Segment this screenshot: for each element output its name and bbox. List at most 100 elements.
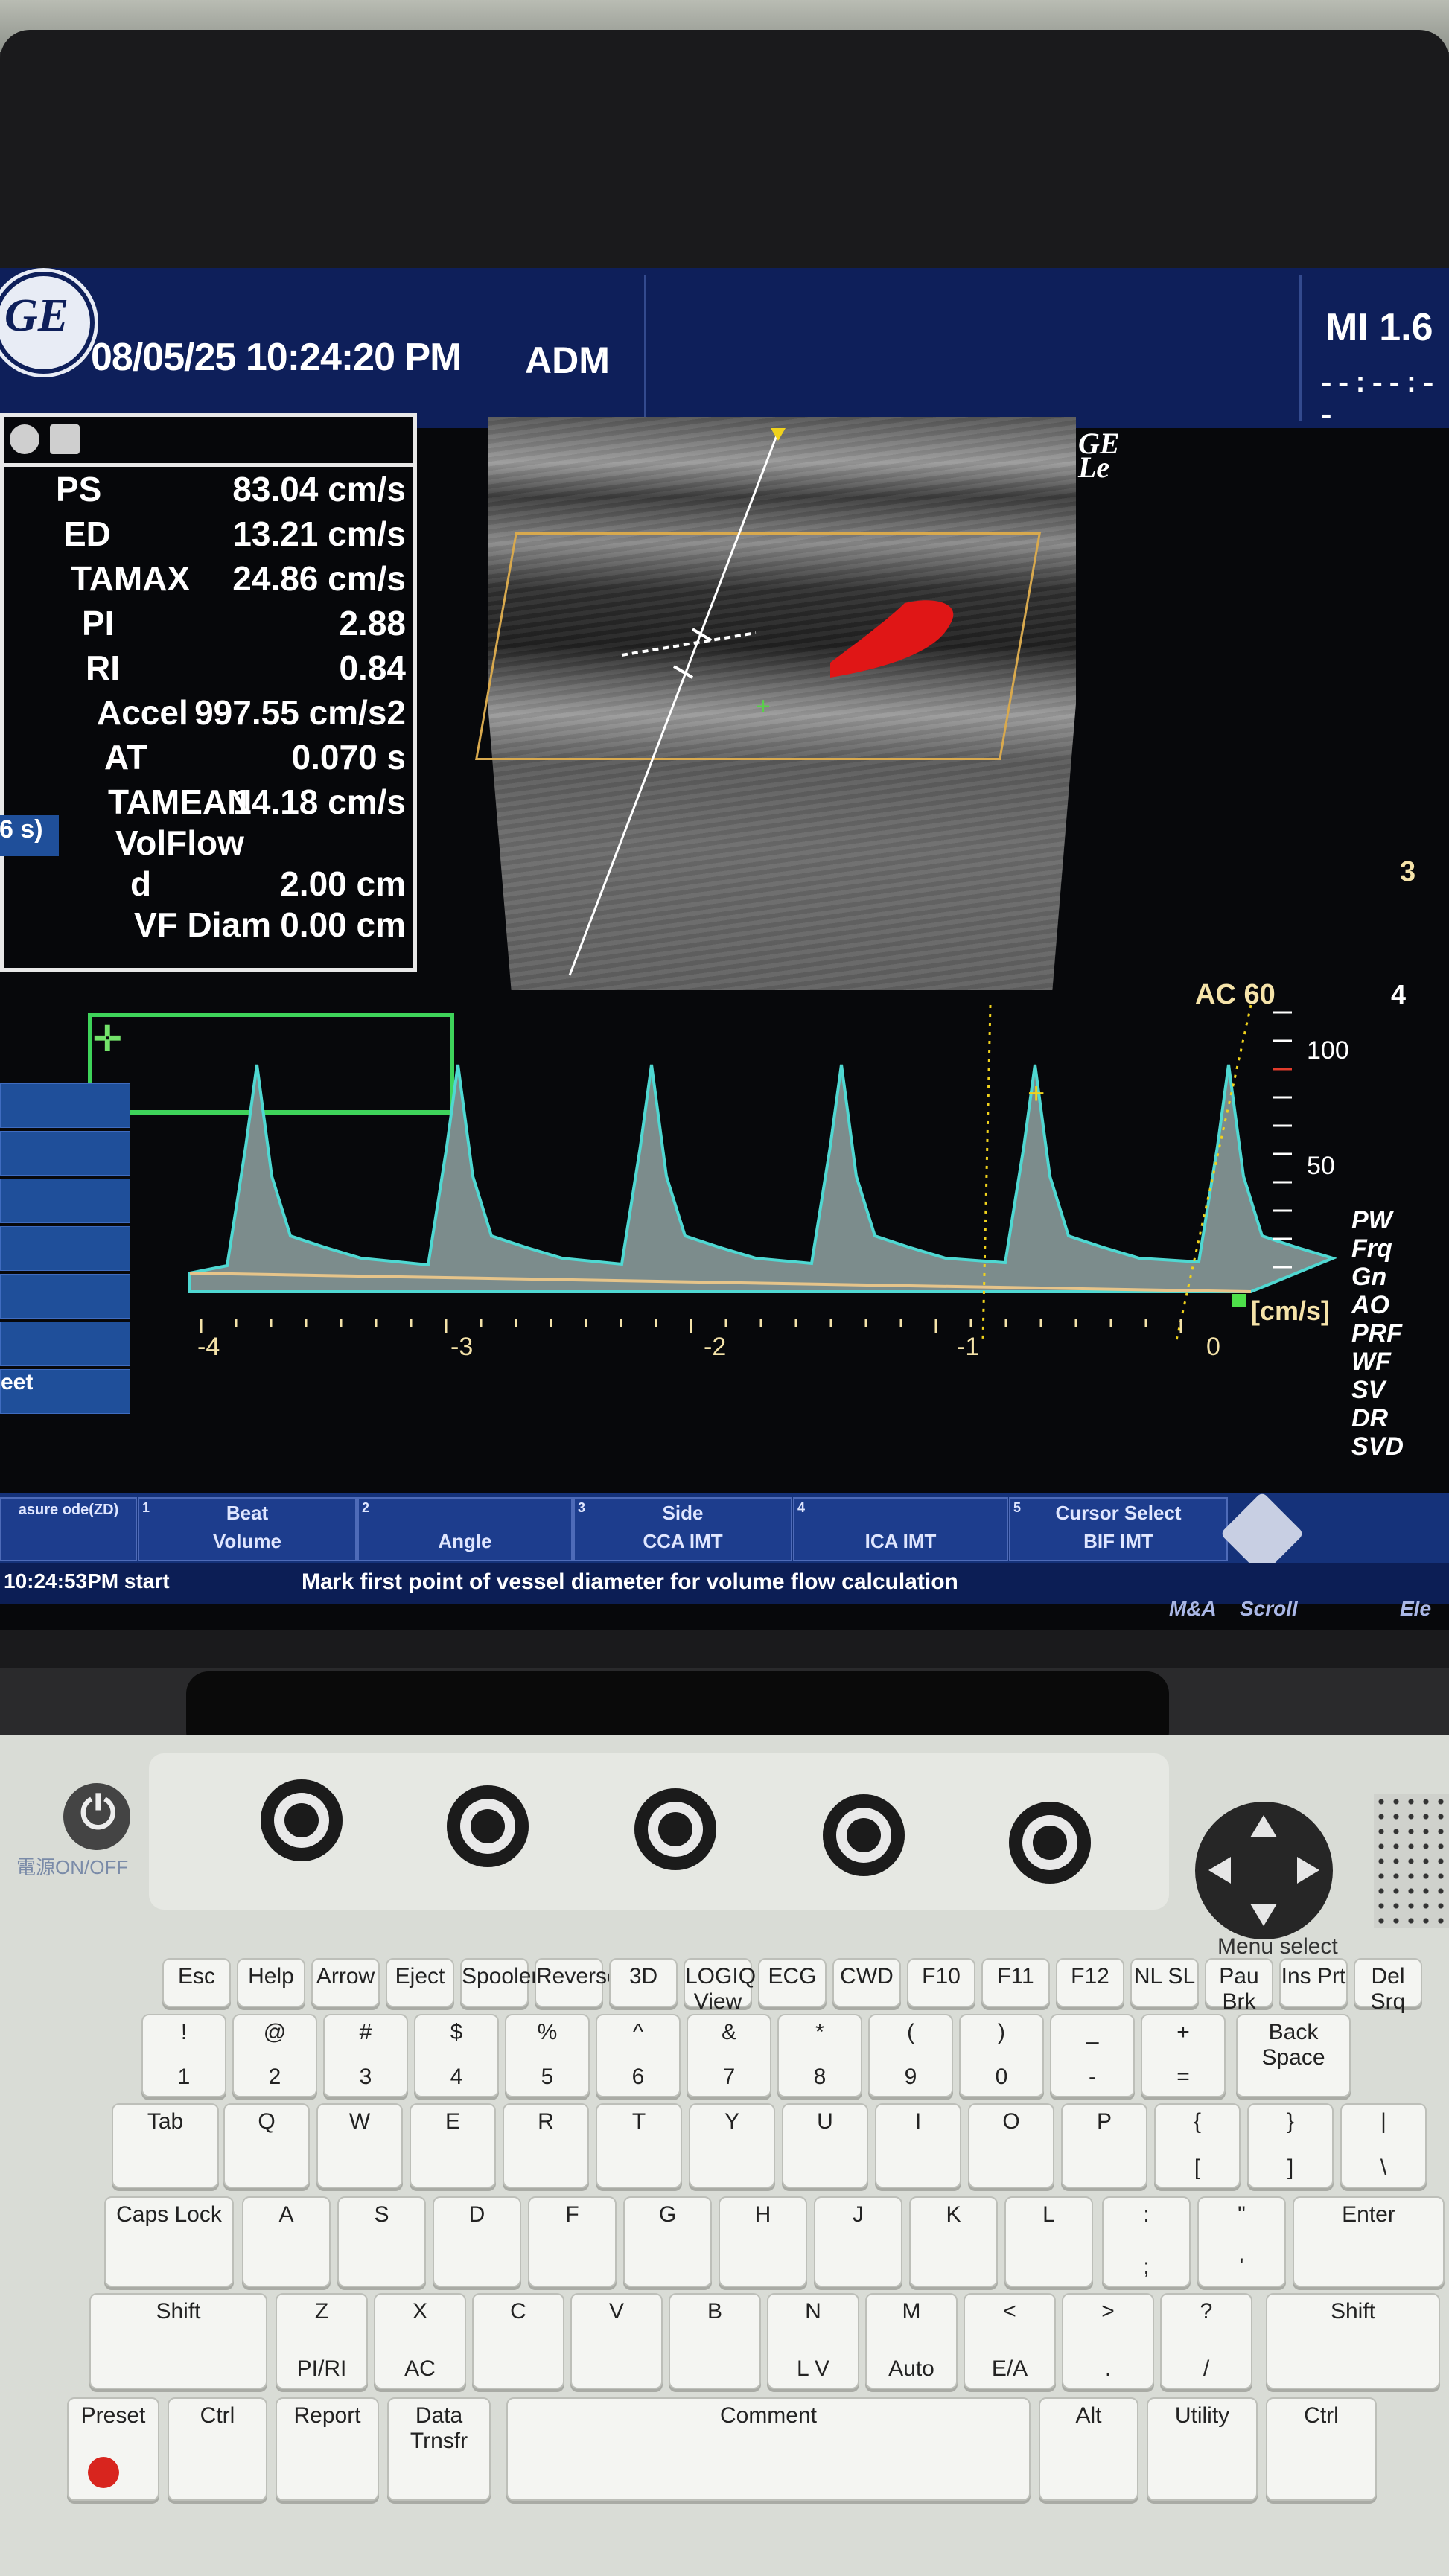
letter-key[interactable]: V (570, 2293, 663, 2389)
function-key[interactable]: Help (237, 1958, 305, 2007)
number-key[interactable]: ^ 6 (596, 2014, 681, 2097)
function-key[interactable]: Reverse (535, 1958, 620, 2007)
letter-key[interactable]: L (1004, 2196, 1093, 2287)
caps-lock-key[interactable]: Caps Lock (104, 2196, 234, 2287)
bracket-key[interactable]: {[ (1154, 2103, 1241, 2188)
number-key[interactable]: & 7 (687, 2014, 771, 2097)
letter-key[interactable]: ? / (1160, 2293, 1252, 2389)
bottom-row-key[interactable]: Alt (1039, 2397, 1138, 2501)
function-key[interactable]: F10 (907, 1958, 975, 2007)
function-key[interactable]: ECG (758, 1958, 827, 2007)
baseline-marker[interactable] (1232, 1294, 1246, 1307)
letter-key[interactable]: T (596, 2103, 682, 2188)
menu-select-dpad[interactable] (1195, 1802, 1333, 1939)
number-key[interactable]: @2 (232, 2014, 317, 2097)
function-key[interactable]: Del Srq (1354, 1958, 1422, 2014)
function-key[interactable]: Ins Prt (1279, 1958, 1348, 2007)
doppler-cursor-line[interactable] (568, 431, 780, 976)
function-key[interactable]: Pau Brk (1205, 1958, 1273, 2014)
number-key[interactable]: ! 1 (141, 2014, 226, 2097)
function-key[interactable]: Eject (386, 1958, 454, 2007)
rotary-knob[interactable] (1009, 1802, 1091, 1884)
number-key[interactable]: (9 (868, 2014, 953, 2097)
bottom-row-key[interactable]: Report (276, 2397, 379, 2501)
soft-menu-button[interactable]: 4 ICA IMT (793, 1497, 1008, 1561)
letter-key[interactable]: E (410, 2103, 496, 2188)
bottom-row-key[interactable]: Ctrl (168, 2397, 267, 2501)
number-key[interactable]: % 5 (505, 2014, 590, 2097)
rotary-knob[interactable] (634, 1788, 716, 1870)
letter-key[interactable]: W (316, 2103, 403, 2188)
number-key[interactable]: _ - (1050, 2014, 1135, 2097)
letter-key[interactable]: P (1061, 2103, 1147, 2188)
soft-menu-button[interactable]: 3 Side CCA IMT (573, 1497, 792, 1561)
number-key[interactable]: $4 (414, 2014, 499, 2097)
report-icon[interactable] (50, 424, 80, 454)
letter-key[interactable]: A (242, 2196, 331, 2287)
circle-icon[interactable] (10, 424, 39, 454)
shift-key[interactable]: Shift (89, 2293, 267, 2389)
bottom-row-key[interactable]: Comment (506, 2397, 1031, 2501)
function-key[interactable]: Spooler (460, 1958, 538, 2007)
angle-correct-line[interactable] (621, 631, 757, 657)
bottom-row-key[interactable]: Data Trnsfr (387, 2397, 491, 2501)
backspace-key[interactable]: Back Space (1236, 2014, 1351, 2097)
bottom-row-key[interactable]: Preset (67, 2397, 159, 2501)
letter-key[interactable]: Q (223, 2103, 310, 2188)
bracket-key[interactable]: }] (1247, 2103, 1334, 2188)
letter-key[interactable]: B (669, 2293, 761, 2389)
function-key[interactable]: Esc (162, 1958, 231, 2007)
key-label: Reverse (536, 1964, 620, 1989)
letter-key[interactable]: Z PI/RI (276, 2293, 368, 2389)
function-key[interactable]: CWD (832, 1958, 901, 2007)
letter-key[interactable]: M Auto (865, 2293, 958, 2389)
letter-key[interactable]: < E/A (964, 2293, 1056, 2389)
letter-key[interactable]: F (528, 2196, 617, 2287)
caliper-marker[interactable]: + (756, 692, 771, 721)
rotary-knob[interactable] (261, 1779, 343, 1861)
letter-key[interactable]: R (503, 2103, 589, 2188)
function-key[interactable]: Arrow (311, 1958, 380, 2007)
letter-key[interactable]: S (337, 2196, 426, 2287)
enter-key[interactable]: Enter (1293, 2196, 1445, 2287)
bottom-row-key[interactable]: Utility (1147, 2397, 1258, 2501)
number-key[interactable]: #3 (323, 2014, 408, 2097)
soft-menu-measure-mode[interactable]: asure ode(ZD) (0, 1497, 137, 1561)
letter-key[interactable]: J (814, 2196, 902, 2287)
letter-key[interactable]: G (623, 2196, 712, 2287)
letter-key[interactable]: K (909, 2196, 998, 2287)
letter-key[interactable]: D (433, 2196, 521, 2287)
shift-key-right[interactable]: Shift (1266, 2293, 1440, 2389)
letter-key[interactable]: >. (1062, 2293, 1154, 2389)
bracket-key[interactable]: | \ (1340, 2103, 1427, 2188)
number-key[interactable]: * 8 (777, 2014, 862, 2097)
soft-menu-button[interactable]: 5 Cursor Select BIF IMT (1009, 1497, 1228, 1561)
soft-menu-button[interactable]: 2 Angle (357, 1497, 573, 1561)
start-button[interactable]: start (124, 1569, 170, 1593)
letter-key[interactable]: O (968, 2103, 1054, 2188)
semicolon-key[interactable]: :; (1102, 2196, 1191, 2287)
number-key[interactable]: ) 0 (959, 2014, 1044, 2097)
function-key[interactable]: NL SL (1130, 1958, 1199, 2007)
peak-caliper[interactable]: + (1028, 1077, 1045, 1110)
function-key[interactable]: LOGIQ View (684, 1958, 756, 2014)
bottom-row-key[interactable]: Ctrl (1266, 2397, 1377, 2501)
letter-key[interactable]: C (472, 2293, 564, 2389)
tab-key[interactable]: Tab (112, 2103, 219, 2188)
function-key[interactable]: 3D (609, 1958, 678, 2007)
letter-key[interactable]: I (875, 2103, 961, 2188)
letter-key[interactable]: U (782, 2103, 868, 2188)
letter-key[interactable]: N L V (767, 2293, 859, 2389)
key-sublabel: PI/RI (296, 2356, 347, 2381)
letter-key[interactable]: Y (689, 2103, 775, 2188)
rotary-knob[interactable] (823, 1794, 905, 1876)
rotary-knob[interactable] (447, 1785, 529, 1867)
function-key[interactable]: F12 (1056, 1958, 1124, 2007)
function-key[interactable]: F11 (981, 1958, 1050, 2007)
letter-key[interactable]: X AC (374, 2293, 466, 2389)
number-key[interactable]: + = (1141, 2014, 1226, 2097)
quote-key[interactable]: " ' (1197, 2196, 1286, 2287)
letter-key[interactable]: H (719, 2196, 807, 2287)
key-label: P (1096, 2109, 1112, 2134)
soft-menu-button[interactable]: 1 Beat Volume (138, 1497, 357, 1561)
